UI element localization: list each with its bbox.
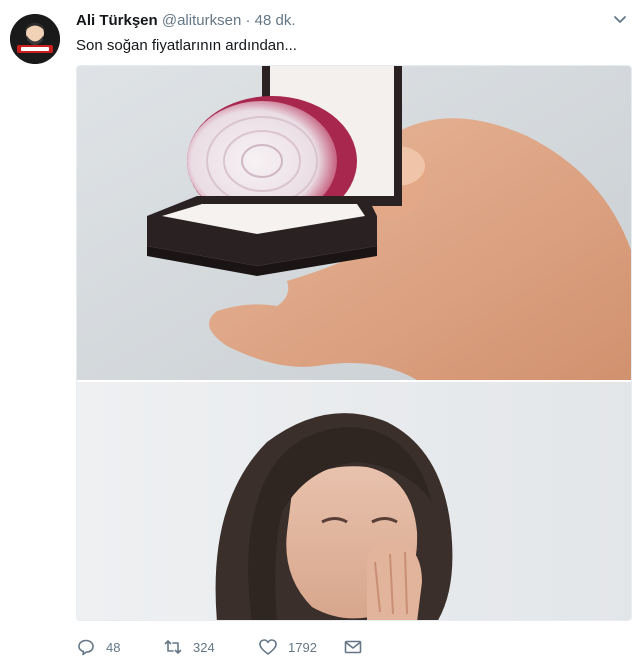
reply-count: 48 (106, 639, 121, 655)
like-button[interactable]: 1792 (258, 637, 343, 657)
retweet-count: 324 (193, 639, 215, 655)
retweet-button[interactable]: 324 (163, 637, 258, 657)
separator-dot: · (245, 12, 251, 29)
like-count: 1792 (288, 639, 317, 655)
direct-message-button[interactable] (343, 637, 363, 657)
author-handle[interactable]: @aliturksen (162, 12, 241, 29)
media-image-onion-ring-box[interactable] (77, 66, 631, 380)
envelope-icon (344, 640, 362, 654)
chevron-down-icon[interactable] (612, 14, 628, 26)
tweet-timestamp[interactable]: 48 dk. (255, 12, 296, 29)
reply-button[interactable]: 48 (76, 637, 163, 657)
tweet[interactable]: Ali Türkşen @aliturksen · 48 dk. Son soğ… (0, 0, 640, 661)
author-avatar[interactable] (10, 14, 60, 64)
author-name[interactable]: Ali Türkşen (76, 12, 158, 29)
tweet-text: Son soğan fiyatlarının ardından... (76, 37, 297, 54)
tweet-media[interactable] (76, 65, 632, 621)
heart-icon (259, 639, 277, 655)
tweet-actions: 48 324 1792 (76, 636, 363, 658)
media-image-crying-woman[interactable] (77, 382, 631, 620)
retweet-icon (164, 640, 182, 654)
reply-icon (78, 639, 94, 656)
tweet-header: Ali Türkşen @aliturksen · 48 dk. (76, 12, 296, 30)
